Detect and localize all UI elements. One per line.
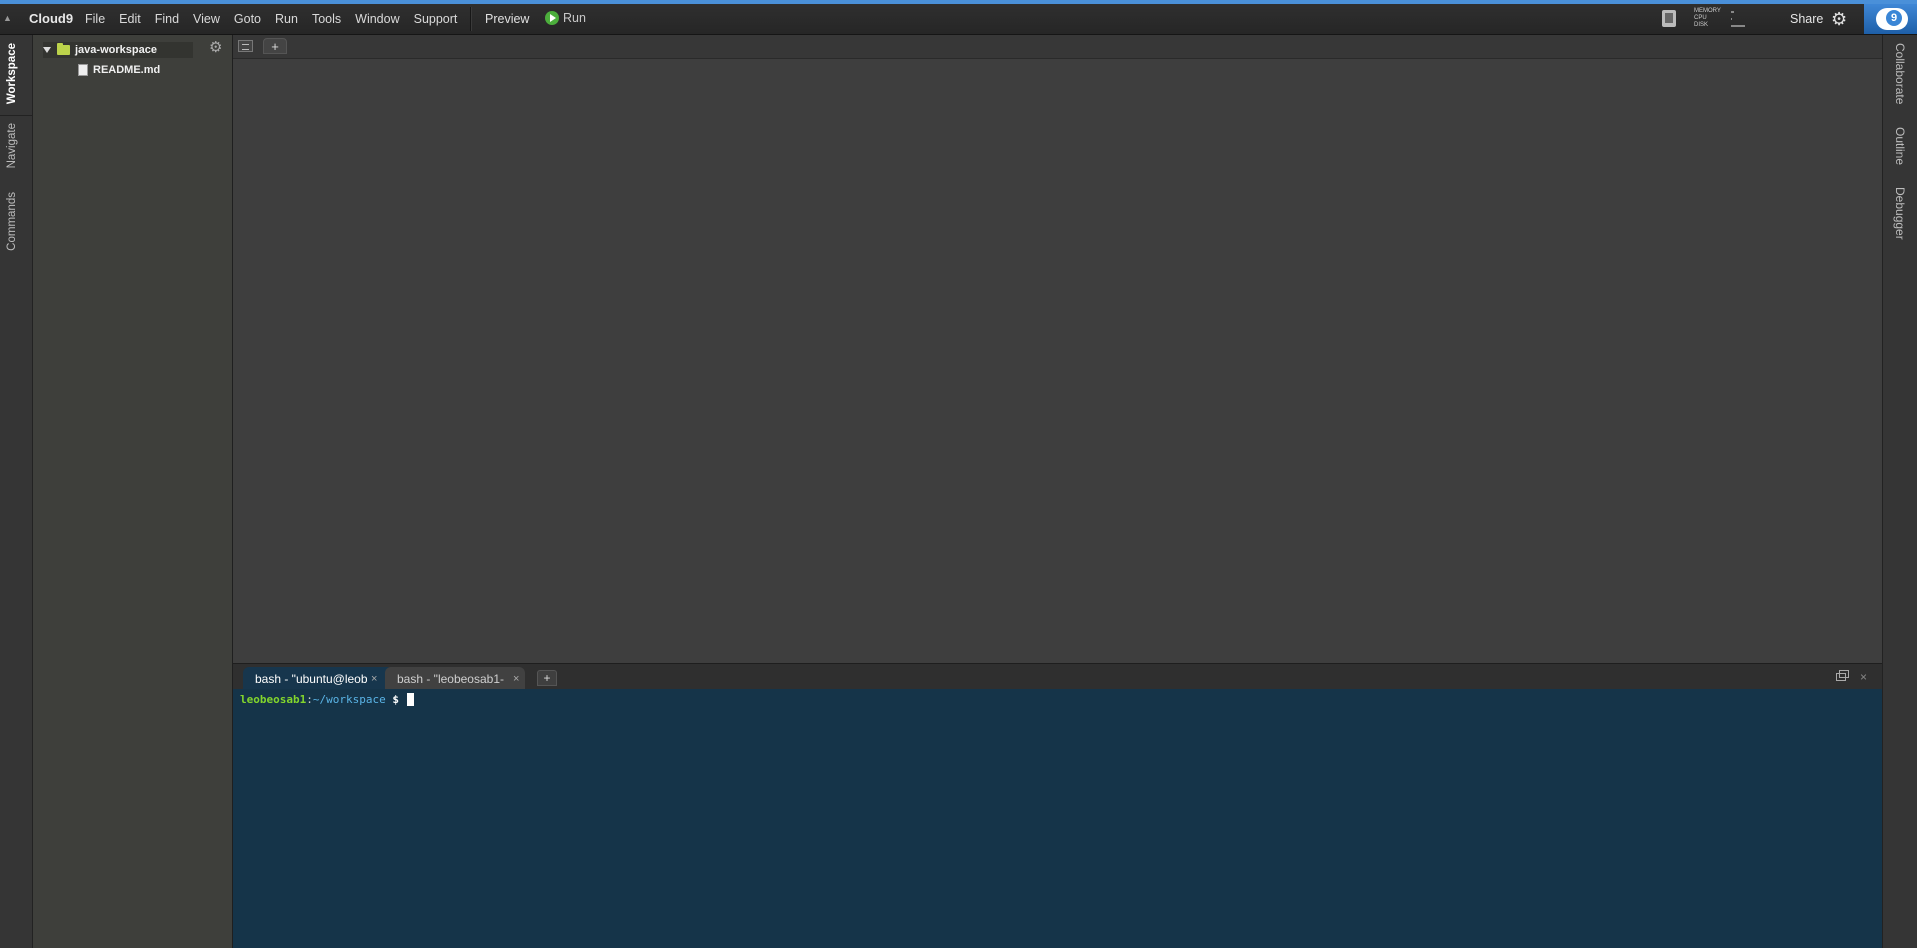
restore-panel-icon[interactable]: [1836, 670, 1849, 681]
new-editor-tab-button[interactable]: +: [263, 38, 287, 54]
settings-gear-icon[interactable]: ⚙: [1831, 9, 1847, 29]
menu-find[interactable]: Find: [155, 12, 179, 26]
disk-label: DISK: [1694, 22, 1709, 28]
resource-stats[interactable]: MEMORY CPU DISK: [1694, 8, 1745, 29]
prompt-path: ~/workspace: [312, 693, 386, 706]
run-button[interactable]: Run: [545, 11, 586, 25]
tab-debugger[interactable]: Debugger: [1893, 187, 1907, 240]
folder-icon: [57, 43, 70, 55]
prompt-separator: :: [306, 693, 313, 706]
file-tree-panel: ⚙ java-workspace README.md: [33, 35, 233, 948]
cloud9-logo[interactable]: 9: [1864, 4, 1917, 34]
cloud9-menu[interactable]: Cloud9: [29, 11, 73, 26]
menu-run[interactable]: Run: [275, 12, 298, 26]
editor-tab-bar: +: [233, 35, 1882, 59]
terminal-tab-label: bash - "ubuntu@leobeosab1-: [255, 671, 367, 686]
tab-divider: [0, 115, 32, 116]
tree-item-readme[interactable]: README.md: [78, 64, 160, 76]
collapse-menubar-icon[interactable]: ▲: [3, 13, 12, 23]
tree-item-root[interactable]: java-workspace: [43, 42, 193, 58]
memory-label: MEMORY: [1694, 8, 1721, 14]
tab-collaborate[interactable]: Collaborate: [1893, 43, 1907, 104]
memory-bar: [1731, 10, 1734, 13]
workspace-monitor-icon[interactable]: [1662, 10, 1676, 27]
close-tab-icon[interactable]: ×: [371, 673, 377, 685]
run-play-icon: [545, 11, 559, 25]
menu-edit[interactable]: Edit: [119, 12, 141, 26]
preview-button[interactable]: Preview: [485, 12, 529, 26]
left-panel-tabs: Workspace Navigate Commands: [0, 35, 33, 948]
disk-bar: [1731, 24, 1745, 27]
cpu-label: CPU: [1694, 15, 1707, 21]
terminal-tab-2[interactable]: bash - "leobeosab1- ×: [385, 667, 525, 690]
main-menu: File Edit Find View Goto Run Tools Windo…: [85, 12, 471, 26]
menu-support[interactable]: Support: [414, 12, 458, 26]
terminal-cursor: [406, 693, 414, 706]
tree-file-label: README.md: [93, 64, 161, 76]
new-terminal-tab-button[interactable]: +: [537, 670, 557, 686]
menu-view[interactable]: View: [193, 12, 220, 26]
tree-settings-gear-icon[interactable]: ⚙: [209, 38, 222, 56]
menu-tools[interactable]: Tools: [312, 12, 341, 26]
prompt-symbol: $: [385, 693, 406, 706]
terminal-tab-bar: bash - "ubuntu@leobeosab1- × bash - "leo…: [233, 663, 1882, 690]
file-icon: [78, 64, 88, 76]
tree-root-label: java-workspace: [75, 44, 157, 56]
terminal[interactable]: leobeosab1: ~/workspace $: [233, 689, 1882, 948]
terminal-tab-label: bash - "leobeosab1-: [397, 671, 504, 686]
tab-outline[interactable]: Outline: [1893, 127, 1907, 165]
logo-glyph: 9: [1886, 10, 1902, 26]
tab-navigate[interactable]: Navigate: [6, 123, 18, 168]
prompt-user: leobeosab1: [240, 693, 307, 706]
menu-separator: [470, 7, 471, 31]
tab-menu-icon[interactable]: [238, 40, 253, 52]
cloud-icon: 9: [1876, 8, 1908, 30]
menu-goto[interactable]: Goto: [234, 12, 261, 26]
run-label: Run: [563, 11, 586, 25]
expand-caret-icon[interactable]: [43, 47, 51, 53]
menu-bar: ▲ Cloud9 File Edit Find View Goto Run To…: [0, 4, 1917, 35]
editor-area[interactable]: [233, 59, 1882, 663]
terminal-tab-1[interactable]: bash - "ubuntu@leobeosab1- ×: [243, 667, 393, 690]
tab-workspace[interactable]: Workspace: [6, 43, 18, 104]
close-panel-icon[interactable]: ×: [1860, 670, 1867, 684]
shell-prompt: leobeosab1: ~/workspace $: [240, 693, 414, 706]
close-tab-icon[interactable]: ×: [513, 673, 519, 685]
menu-file[interactable]: File: [85, 12, 105, 26]
tab-commands[interactable]: Commands: [6, 192, 18, 251]
right-panel-tabs: Collaborate Outline Debugger: [1882, 35, 1917, 948]
cpu-bar: [1731, 17, 1732, 20]
share-button[interactable]: Share: [1790, 12, 1823, 26]
menu-window[interactable]: Window: [355, 12, 399, 26]
